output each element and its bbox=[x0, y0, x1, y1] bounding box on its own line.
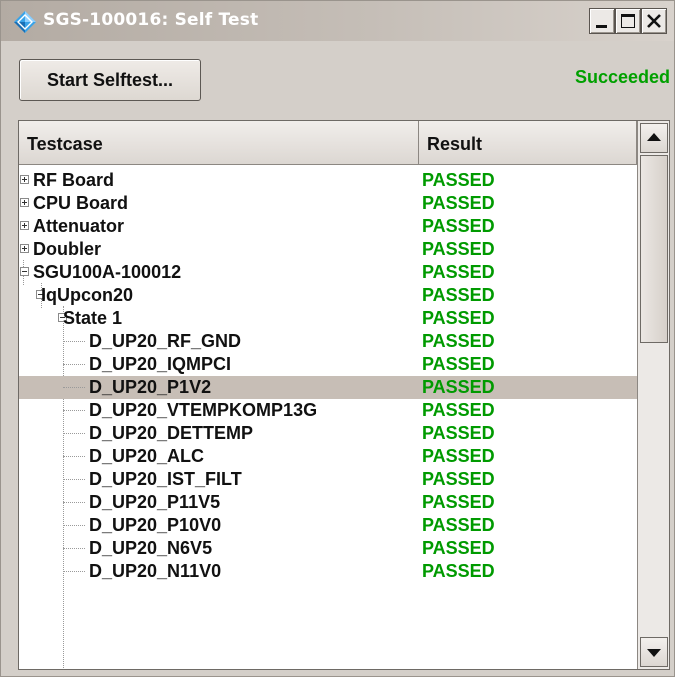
result-status: PASSED bbox=[422, 446, 495, 466]
testcase-name: CPU Board bbox=[33, 193, 129, 213]
minimize-button[interactable] bbox=[589, 8, 615, 34]
result-status: PASSED bbox=[422, 285, 495, 305]
result-status: PASSED bbox=[422, 239, 495, 259]
result-status: PASSED bbox=[422, 216, 495, 236]
tree-connector bbox=[63, 479, 85, 480]
table-row[interactable]: Attenuator PASSED bbox=[19, 215, 637, 238]
testcase-name: IqUpcon20 bbox=[41, 285, 134, 305]
status-text: Succeeded bbox=[574, 67, 670, 87]
testcase-name: D_UP20_VTEMPKOMP13G bbox=[89, 400, 318, 420]
scroll-up-button[interactable] bbox=[640, 123, 668, 153]
expand-icon[interactable] bbox=[20, 175, 29, 184]
testcase-name: D_UP20_P10V0 bbox=[89, 515, 222, 535]
vertical-scrollbar[interactable] bbox=[637, 121, 669, 669]
start-selftest-button[interactable]: Start Selftest... bbox=[19, 59, 201, 101]
testcase-name: D_UP20_IQMPCI bbox=[89, 354, 232, 374]
expand-icon[interactable] bbox=[20, 244, 29, 253]
table-row[interactable]: State 1 PASSED bbox=[19, 307, 637, 330]
collapse-icon[interactable] bbox=[20, 267, 29, 276]
tree-connector bbox=[63, 548, 85, 549]
tree-connector bbox=[63, 341, 85, 342]
tree-connector bbox=[63, 525, 85, 526]
column-header-result[interactable]: Result bbox=[419, 121, 637, 164]
close-button[interactable] bbox=[641, 8, 667, 34]
result-status: PASSED bbox=[422, 262, 495, 282]
close-icon bbox=[647, 14, 661, 28]
table-row[interactable]: SGU100A-100012 PASSED bbox=[19, 261, 637, 284]
tree-connector bbox=[63, 410, 85, 411]
maximize-button[interactable] bbox=[615, 8, 641, 34]
tree-connector bbox=[63, 502, 85, 503]
minimize-icon bbox=[596, 25, 607, 28]
table-row[interactable]: D_UP20_P1V2 PASSED bbox=[19, 376, 637, 399]
tree-connector bbox=[63, 387, 85, 388]
result-status: PASSED bbox=[422, 469, 495, 489]
testcase-name: Doubler bbox=[33, 239, 102, 259]
testcase-name: D_UP20_IST_FILT bbox=[89, 469, 242, 489]
testcase-tree-table: Testcase Result RF Board PASSED CPU Board P… bbox=[18, 120, 670, 670]
result-status: PASSED bbox=[422, 538, 495, 558]
table-row[interactable]: CPU Board PASSED bbox=[19, 192, 637, 215]
scroll-down-button[interactable] bbox=[640, 637, 668, 667]
table-header: Testcase Result bbox=[19, 121, 637, 165]
testcase-name: RF Board bbox=[33, 170, 114, 190]
title-bar[interactable]: SGS-100016: Self Test bbox=[1, 1, 674, 41]
tree-rows: RF Board PASSED CPU Board PASSED Attenuator P… bbox=[19, 165, 637, 669]
table-row[interactable]: D_UP20_ALC PASSED bbox=[19, 445, 637, 468]
table-row[interactable]: IqUpcon20 PASSED bbox=[19, 284, 637, 307]
result-status: PASSED bbox=[422, 354, 495, 374]
table-row[interactable]: RF Board PASSED bbox=[19, 169, 637, 192]
tree-connector bbox=[63, 571, 85, 572]
result-status: PASSED bbox=[422, 400, 495, 420]
testcase-name: D_UP20_DETTEMP bbox=[89, 423, 254, 443]
result-status: PASSED bbox=[422, 377, 495, 397]
table-row[interactable]: D_UP20_P10V0 PASSED bbox=[19, 514, 637, 537]
arrow-down-icon bbox=[647, 649, 661, 657]
result-status: PASSED bbox=[422, 193, 495, 213]
testcase-name: D_UP20_P1V2 bbox=[89, 377, 212, 397]
testcase-name: D_UP20_ALC bbox=[89, 446, 205, 466]
testcase-name: SGU100A-100012 bbox=[33, 262, 182, 282]
tree-connector bbox=[63, 364, 85, 365]
result-status: PASSED bbox=[422, 492, 495, 512]
result-status: PASSED bbox=[422, 170, 495, 190]
result-status: PASSED bbox=[422, 308, 495, 328]
table-row[interactable]: D_UP20_IST_FILT PASSED bbox=[19, 468, 637, 491]
testcase-name: Attenuator bbox=[33, 216, 124, 236]
table-row[interactable]: D_UP20_IQMPCI PASSED bbox=[19, 353, 637, 376]
testcase-name: D_UP20_N11V0 bbox=[89, 561, 222, 581]
testcase-name: D_UP20_N6V5 bbox=[89, 538, 213, 558]
result-status: PASSED bbox=[422, 331, 495, 351]
testcase-name: State 1 bbox=[63, 308, 123, 328]
expand-icon[interactable] bbox=[20, 198, 29, 207]
column-header-testcase[interactable]: Testcase bbox=[19, 121, 419, 164]
table-row[interactable]: D_UP20_RF_GND PASSED bbox=[19, 330, 637, 353]
tree-connector bbox=[63, 456, 85, 457]
table-row[interactable]: D_UP20_P11V5 PASSED bbox=[19, 491, 637, 514]
maximize-icon bbox=[621, 14, 635, 28]
window-title: SGS-100016: Self Test bbox=[43, 10, 259, 30]
scrollbar-thumb[interactable] bbox=[640, 155, 668, 343]
expand-icon[interactable] bbox=[20, 221, 29, 230]
self-test-window: SGS-100016: Self Test Start Selftest... … bbox=[0, 0, 675, 677]
arrow-up-icon bbox=[647, 133, 661, 141]
table-row[interactable]: D_UP20_N6V5 PASSED bbox=[19, 537, 637, 560]
result-status: PASSED bbox=[422, 423, 495, 443]
result-status: PASSED bbox=[422, 561, 495, 581]
table-row[interactable]: Doubler PASSED bbox=[19, 238, 637, 261]
diamond-logo-icon bbox=[14, 11, 36, 33]
testcase-name: D_UP20_P11V5 bbox=[89, 492, 221, 512]
table-row[interactable]: D_UP20_DETTEMP PASSED bbox=[19, 422, 637, 445]
testcase-name: D_UP20_RF_GND bbox=[89, 331, 242, 351]
tree-connector bbox=[63, 433, 85, 434]
table-row[interactable]: D_UP20_N11V0 PASSED bbox=[19, 560, 637, 583]
result-status: PASSED bbox=[422, 515, 495, 535]
table-row[interactable]: D_UP20_VTEMPKOMP13G PASSED bbox=[19, 399, 637, 422]
